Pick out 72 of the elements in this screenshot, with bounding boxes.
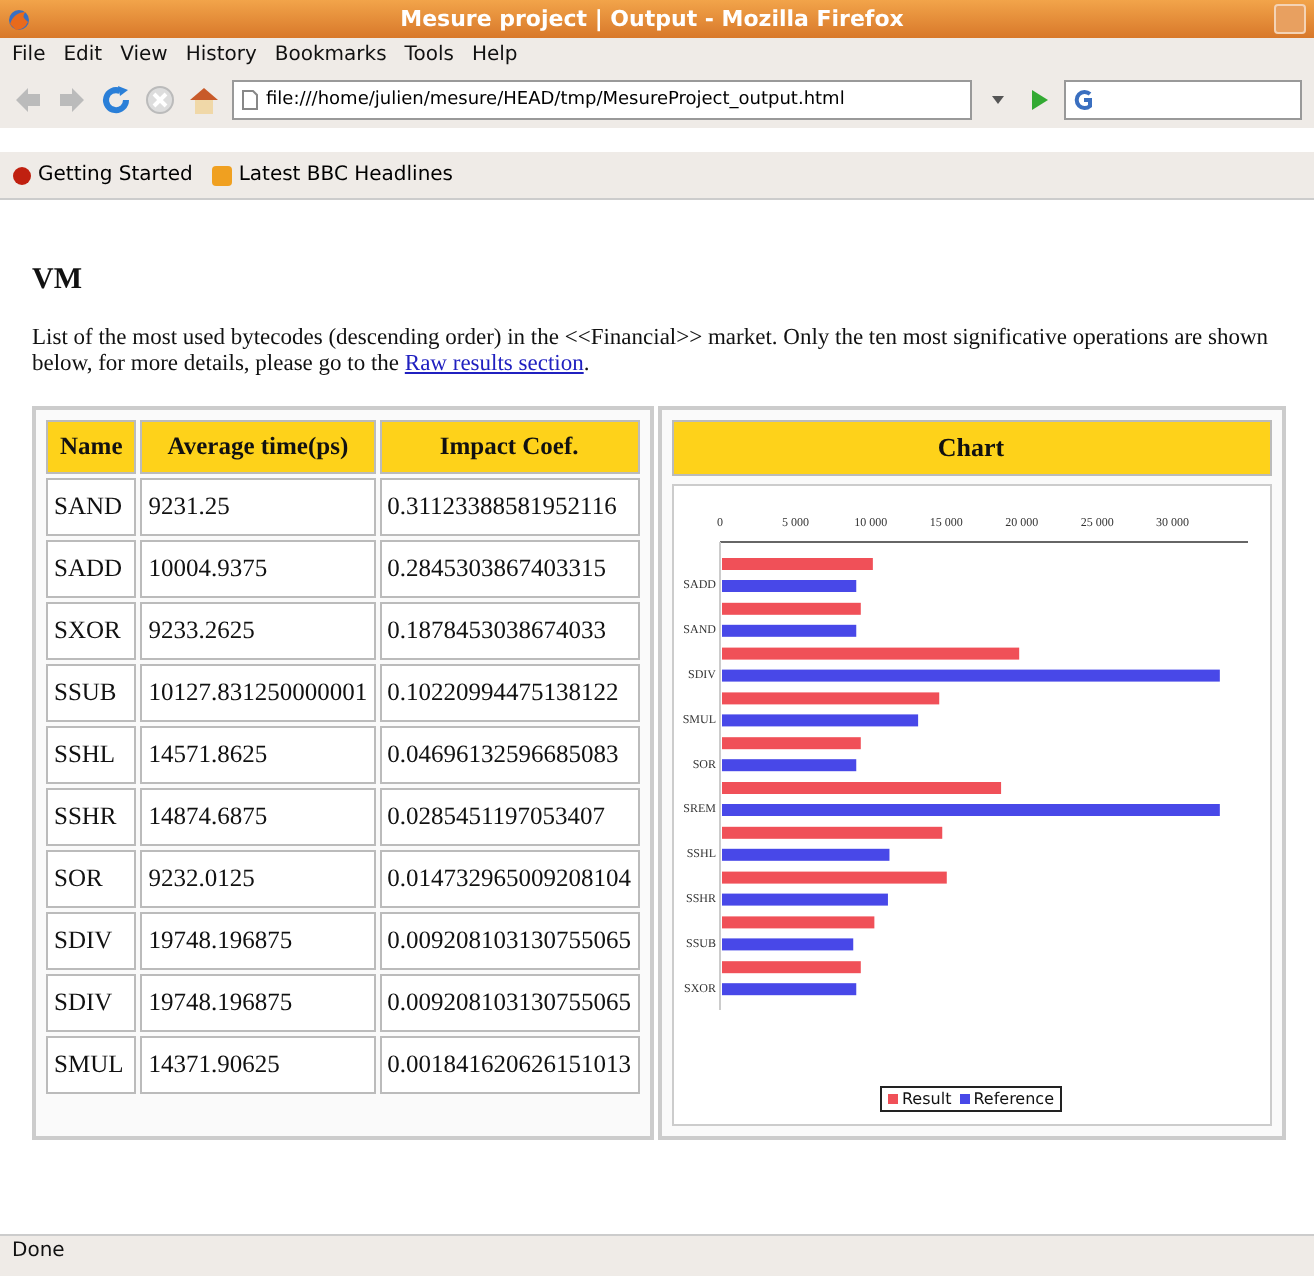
bar	[721, 624, 856, 637]
status-bar: Done	[0, 1234, 1314, 1276]
table-cell: SSHL	[46, 726, 137, 784]
table-cell: 14874.6875	[140, 788, 376, 846]
table-cell: SADD	[46, 540, 137, 598]
raw-results-link[interactable]: Raw results section	[404, 352, 584, 376]
bar	[721, 938, 853, 951]
bar	[721, 602, 860, 615]
column-header: Average time(ps)	[140, 420, 376, 474]
legend-label: Reference	[973, 1090, 1054, 1108]
column-header: Name	[46, 420, 137, 474]
table-cell: 0.10220994475138122	[379, 664, 639, 722]
chart-title: Chart	[671, 420, 1271, 476]
menu-item[interactable]: View	[120, 44, 168, 66]
table-cell: 0.001841620626151013	[379, 1036, 639, 1094]
search-field[interactable]	[1064, 80, 1302, 120]
table-cell: 0.1878453038674033	[379, 602, 639, 660]
table-cell: 0.2845303867403315	[379, 540, 639, 598]
table-cell: SSHR	[46, 788, 137, 846]
table-cell: 0.014732965009208104	[379, 850, 639, 908]
bookmark-icon	[12, 165, 32, 185]
table-cell: 0.04696132596685083	[379, 726, 639, 784]
table-cell: SDIV	[46, 912, 137, 970]
table-cell: 9231.25	[140, 478, 376, 536]
table-cell: 19748.196875	[140, 912, 376, 970]
table-cell: 19748.196875	[140, 974, 376, 1032]
bar	[721, 580, 856, 592]
table-cell: 0.009208103130755065	[379, 974, 639, 1032]
stop-icon[interactable]	[144, 84, 176, 116]
table-cell: 10127.831250000001	[140, 664, 376, 722]
table-cell: 14371.90625	[140, 1036, 376, 1094]
menu-item[interactable]: File	[12, 44, 46, 66]
bookmark-item[interactable]: Latest BBC Headlines	[212, 164, 454, 186]
table-cell: SXOR	[46, 602, 137, 660]
legend-swatch	[887, 1094, 898, 1104]
table-cell: 14571.8625	[140, 726, 376, 784]
table-cell: SMUL	[46, 1036, 137, 1094]
column-header: Impact Coef.	[379, 420, 639, 474]
table-cell: 10004.9375	[140, 540, 376, 598]
bar	[721, 983, 856, 996]
bar	[721, 737, 860, 750]
back-icon[interactable]	[12, 84, 44, 116]
table-cell: SSUB	[46, 664, 137, 722]
table-cell: SOR	[46, 850, 137, 908]
table-cell: SAND	[46, 478, 137, 536]
bookmark-item[interactable]: Getting Started	[12, 164, 193, 186]
table-cell: SDIV	[46, 974, 137, 1032]
menu-item[interactable]: Tools	[404, 44, 454, 66]
forward-icon[interactable]	[56, 84, 88, 116]
table-cell: 9232.0125	[140, 850, 376, 908]
reload-icon[interactable]	[100, 84, 132, 116]
window-button[interactable]	[1274, 4, 1306, 34]
page-icon	[242, 90, 258, 110]
menu-item[interactable]: Edit	[63, 44, 103, 66]
window-title: Mesure project | Output - Mozilla Firefox	[398, 6, 906, 32]
home-icon[interactable]	[188, 84, 220, 116]
menu-item[interactable]: History	[185, 44, 257, 66]
bar	[721, 961, 860, 974]
table-cell: 0.009208103130755065	[379, 912, 639, 970]
intro-paragraph: List of the most used bytecodes (descending order) in the <<Financial>> market. Only the ten most significative operations are shown below, for more details, please go to the Raw results section.	[32, 326, 1271, 378]
legend-label: Result	[901, 1090, 952, 1108]
table-cell: 0.31123388581952116	[379, 478, 639, 536]
address-bar[interactable]: file:///home/julien/mesure/HEAD/tmp/MesureProject_output.html	[232, 80, 972, 120]
firefox-icon	[8, 7, 30, 31]
feed-icon	[212, 165, 233, 185]
legend-swatch	[959, 1094, 970, 1104]
menu-item[interactable]: Help	[471, 44, 518, 66]
section-heading: VM	[32, 264, 84, 298]
menu-item[interactable]: Bookmarks	[274, 44, 387, 66]
bar	[721, 759, 856, 772]
table-cell: 0.0285451197053407	[379, 788, 639, 846]
table-cell: 9233.2625	[140, 602, 376, 660]
